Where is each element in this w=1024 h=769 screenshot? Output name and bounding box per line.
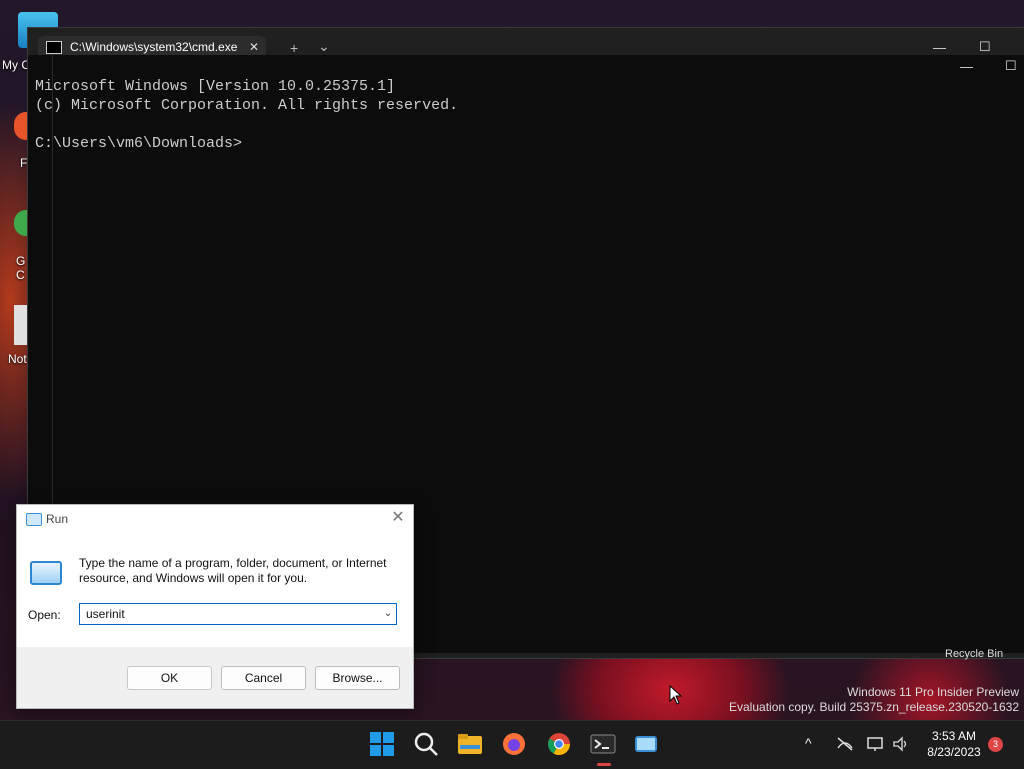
clock[interactable]: 3:53 AM 8/23/2023 — [918, 728, 990, 760]
run-description: Type the name of a program, folder, docu… — [79, 556, 387, 585]
open-label: Open: — [28, 608, 61, 622]
browse-button[interactable]: Browse... — [315, 666, 400, 690]
clock-date: 8/23/2023 — [927, 745, 981, 759]
console-minimize-button[interactable]: — — [960, 59, 973, 74]
maximize-button[interactable]: ☐ — [979, 39, 991, 55]
windows-start-icon[interactable] — [369, 731, 395, 757]
taskbar: ^ 3:53 AM 8/23/2023 3 — [0, 720, 1024, 769]
chevron-up-icon[interactable]: ^ — [805, 735, 812, 751]
watermark-line1: Windows 11 Pro Insider Preview — [847, 685, 1019, 699]
clock-time: 3:53 AM — [931, 729, 977, 743]
terminal-tab-title: C:\Windows\system32\cmd.exe — [70, 40, 238, 54]
windows-watermark: Windows 11 Pro Insider Preview Evaluatio… — [729, 685, 1019, 715]
network-icon[interactable] — [836, 736, 854, 752]
desktop-icon-label: My C — [2, 58, 30, 72]
display-icon[interactable] — [867, 736, 885, 752]
run-command-input[interactable]: userinit — [79, 603, 397, 625]
notification-badge[interactable]: 3 — [988, 737, 1003, 752]
close-icon[interactable]: ✕ — [246, 40, 262, 54]
recycle-bin-label: Recycle Bin — [945, 648, 1004, 660]
close-icon[interactable]: ✕ — [389, 509, 407, 527]
desktop-icon-label: Not — [8, 352, 27, 366]
terminal-icon[interactable] — [590, 731, 616, 757]
minimize-button[interactable]: — — [933, 40, 946, 55]
desktop-icon-notepad[interactable] — [14, 305, 28, 345]
file-explorer-icon[interactable] — [457, 731, 483, 757]
search-icon[interactable] — [413, 731, 439, 757]
console-maximize-button[interactable]: ☐ — [1005, 58, 1017, 74]
run-app-icon — [26, 513, 42, 526]
watermark-line2: Evaluation copy. Build 25375.zn_release.… — [729, 700, 1019, 714]
run-titlebar[interactable]: Run ✕ — [17, 505, 413, 534]
cancel-button[interactable]: Cancel — [221, 666, 306, 690]
chrome-icon[interactable] — [546, 731, 572, 757]
firefox-icon[interactable] — [501, 731, 527, 757]
cmd-icon — [46, 40, 62, 54]
notepad-icon — [14, 305, 28, 345]
new-tab-button[interactable]: + — [290, 40, 298, 56]
terminal-tab-bar: C:\Windows\system32\cmd.exe ✕ + ⌄ — ☐ — [28, 28, 1024, 58]
run-title: Run — [46, 512, 69, 526]
run-icon — [30, 561, 62, 585]
run-app-icon[interactable] — [633, 731, 659, 757]
ok-button[interactable]: OK — [127, 666, 212, 690]
console-output: Microsoft Windows [Version 10.0.25375.1]… — [35, 78, 459, 152]
chevron-down-icon[interactable]: ⌄ — [381, 606, 395, 622]
mouse-cursor-icon — [669, 685, 683, 705]
active-app-indicator — [597, 763, 611, 766]
desktop-icon-label: G C — [16, 254, 26, 282]
tab-dropdown-button[interactable]: ⌄ — [318, 38, 330, 55]
run-dialog: Run ✕ Type the name of a program, folder… — [16, 504, 414, 709]
volume-icon[interactable] — [892, 736, 910, 752]
